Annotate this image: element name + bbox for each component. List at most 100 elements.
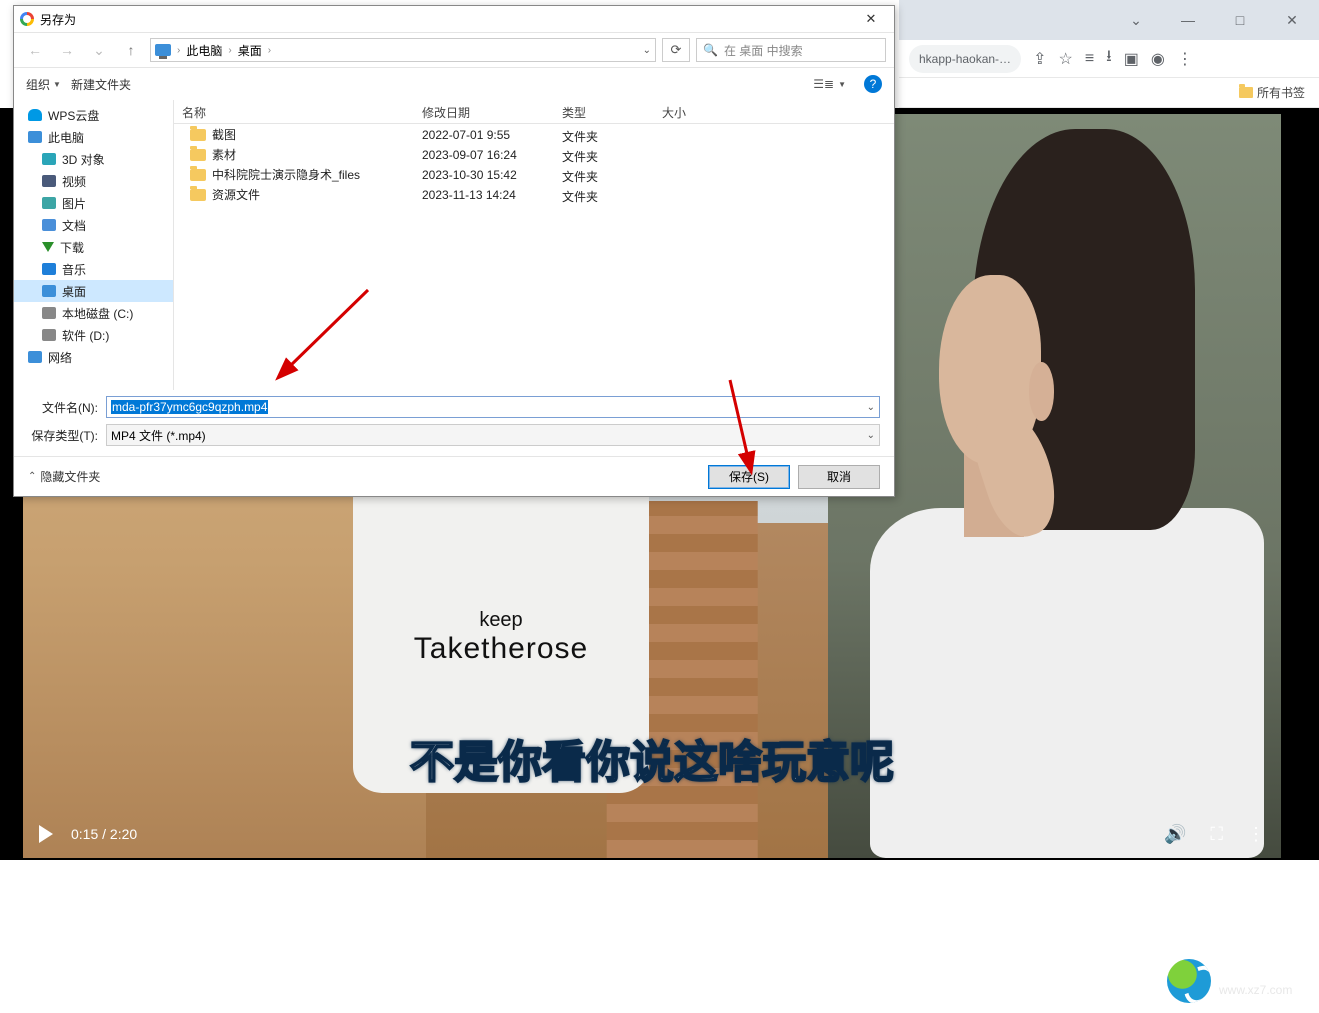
play-icon[interactable] (39, 825, 53, 843)
table-row[interactable]: 截图2022-07-01 9:55文件夹 (174, 124, 894, 144)
sidebar-item-label: 此电脑 (48, 129, 84, 146)
sidebar-item-icon (28, 351, 42, 363)
tab-dropdown-icon[interactable]: ⌄ (1119, 6, 1153, 34)
organize-button[interactable]: 组织▼ (26, 76, 61, 93)
col-name[interactable]: 名称 (174, 100, 414, 123)
browser-menu-icon[interactable]: ⋮ (1177, 49, 1193, 69)
new-folder-button[interactable]: 新建文件夹 (71, 76, 131, 93)
nav-back-button[interactable]: ← (22, 38, 48, 62)
col-size[interactable]: 大小 (654, 100, 734, 123)
watermark-title: 极光下载站 (1219, 965, 1309, 985)
sidebar-item[interactable]: 文档 (14, 214, 173, 236)
sidebar-item-icon (42, 197, 56, 209)
file-date: 2023-11-13 14:24 (414, 184, 554, 204)
sidebar-item-label: 软件 (D:) (62, 327, 109, 344)
folder-search-input[interactable]: 🔍 在 桌面 中搜索 (696, 38, 886, 62)
table-row[interactable]: 素材 2023-09-07 16:24文件夹 (174, 144, 894, 164)
col-type[interactable]: 类型 (554, 100, 654, 123)
nav-forward-button[interactable]: → (54, 38, 80, 62)
profile-icon[interactable]: ◉ (1151, 49, 1165, 69)
bookmarks-all-folder[interactable]: 所有书签 (1239, 84, 1305, 101)
dialog-title: 另存为 (40, 11, 76, 28)
file-size (654, 124, 734, 144)
window-close[interactable]: ✕ (1275, 6, 1309, 34)
dialog-toolbar: 组织▼ 新建文件夹 ☰≣▼ ? (14, 68, 894, 100)
sidebar-item-label: 网络 (48, 349, 72, 366)
window-minimize[interactable]: — (1171, 6, 1205, 34)
path-root[interactable]: 此电脑 (186, 42, 222, 59)
sidebar-item-label: 本地磁盘 (C:) (62, 305, 133, 322)
sidebar-item[interactable]: 3D 对象 (14, 148, 173, 170)
watermark-url: www.xz7.com (1219, 984, 1309, 997)
file-size (654, 164, 734, 184)
file-type: 文件夹 (554, 124, 654, 144)
refresh-button[interactable]: ⟳ (662, 38, 690, 62)
path-current[interactable]: 桌面 (238, 42, 262, 59)
nav-recent-dropdown[interactable]: ⌄ (86, 38, 112, 62)
folder-icon (190, 189, 206, 201)
view-mode-button[interactable]: ☰≣▼ (813, 77, 846, 91)
filetype-select[interactable]: MP4 文件 (*.mp4) ⌄ (106, 424, 880, 446)
sidebar-item-label: 桌面 (62, 283, 86, 300)
folder-tree[interactable]: WPS云盘此电脑 3D 对象视频图片文档下载音乐桌面本地磁盘 (C:) 软件 (D:… (14, 100, 174, 390)
file-rows[interactable]: 截图2022-07-01 9:55文件夹素材 2023-09-07 16:24文件… (174, 124, 894, 390)
sidebar-item-label: 3D 对象 (62, 151, 105, 168)
chevron-down-icon[interactable]: ⌄ (867, 402, 875, 413)
sidebar-item[interactable]: 音乐 (14, 258, 173, 280)
cancel-button[interactable]: 取消 (798, 465, 880, 489)
search-icon: 🔍 (703, 43, 718, 57)
path-breadcrumb[interactable]: › 此电脑 › 桌面 › ⌄ (150, 38, 656, 62)
hide-folders-toggle[interactable]: ⌃隐藏文件夹 (28, 468, 100, 485)
sidebar-item[interactable]: 下载 (14, 236, 173, 258)
sidebar-item[interactable]: 网络 (14, 346, 173, 368)
sidebar-item-icon (42, 285, 56, 297)
filename-label: 文件名(N): (28, 399, 98, 416)
watermark: 极光下载站 www.xz7.com (1167, 959, 1309, 1003)
fullscreen-icon[interactable]: ⛶ (1210, 824, 1223, 845)
browser-window-controls: ⌄ — □ ✕ (899, 0, 1319, 40)
sidebar-item-icon (42, 242, 54, 252)
nav-up-button[interactable]: ↑ (118, 38, 144, 62)
col-date[interactable]: 修改日期 (414, 100, 554, 123)
sidebar-item-icon (42, 175, 56, 187)
file-size (654, 184, 734, 204)
table-row[interactable]: 资源文件2023-11-13 14:24文件夹 (174, 184, 894, 204)
sidebar-item[interactable]: 本地磁盘 (C:) (14, 302, 173, 324)
sidebar-item[interactable]: 图片 (14, 192, 173, 214)
sidebar-item[interactable]: WPS云盘 (14, 104, 173, 126)
folder-icon (190, 129, 206, 141)
filename-input[interactable]: mda-pfr37ymc6gc9qzph.mp4 ⌄ (106, 396, 880, 418)
file-type: 文件夹 (554, 144, 654, 164)
star-icon[interactable]: ☆ (1058, 49, 1072, 69)
sidebar-item[interactable]: 视频 (14, 170, 173, 192)
reading-list-icon[interactable]: ≡ (1085, 50, 1094, 68)
sidebar-item-label: WPS云盘 (48, 107, 99, 124)
column-headers[interactable]: 名称 修改日期 类型 大小 (174, 100, 894, 124)
dialog-nav: ← → ⌄ ↑ › 此电脑 › 桌面 › ⌄ ⟳ 🔍 在 桌面 中搜索 (14, 32, 894, 68)
file-date: 2023-10-30 15:42 (414, 164, 554, 184)
browser-toolbar: hkapp-haokan-… ⇪ ☆ ≡ ⭳ ▣ ◉ ⋮ (899, 40, 1319, 78)
path-dropdown-icon[interactable]: ⌄ (643, 45, 651, 56)
sidebar-item-icon (28, 131, 42, 143)
table-row[interactable]: 中科院院士演示隐身术_files2023-10-30 15:42文件夹 (174, 164, 894, 184)
folder-icon (1239, 87, 1253, 98)
filetype-value: MP4 文件 (*.mp4) (111, 427, 206, 444)
file-name: 素材 (212, 146, 236, 163)
sidebar-item[interactable]: 桌面 (14, 280, 173, 302)
share-icon[interactable]: ⇪ (1033, 49, 1046, 69)
file-date: 2023-09-07 16:24 (414, 144, 554, 164)
save-button[interactable]: 保存(S) (708, 465, 790, 489)
sidebar-item[interactable]: 软件 (D:) (14, 324, 173, 346)
help-icon[interactable]: ? (864, 75, 882, 93)
sidebar-item-icon (28, 109, 42, 121)
sidebar-item[interactable]: 此电脑 (14, 126, 173, 148)
download-icon[interactable]: ⭳ (1106, 45, 1112, 72)
volume-icon[interactable]: 🔊 (1164, 824, 1186, 845)
dialog-titlebar[interactable]: 另存为 ✕ (14, 6, 894, 32)
dialog-close-button[interactable]: ✕ (854, 8, 888, 30)
window-maximize[interactable]: □ (1223, 6, 1257, 34)
sidebar-item-icon (42, 329, 56, 341)
side-panel-icon[interactable]: ▣ (1124, 49, 1139, 69)
chevron-down-icon[interactable]: ⌄ (867, 430, 875, 441)
video-more-icon[interactable]: ⋮ (1247, 824, 1265, 845)
